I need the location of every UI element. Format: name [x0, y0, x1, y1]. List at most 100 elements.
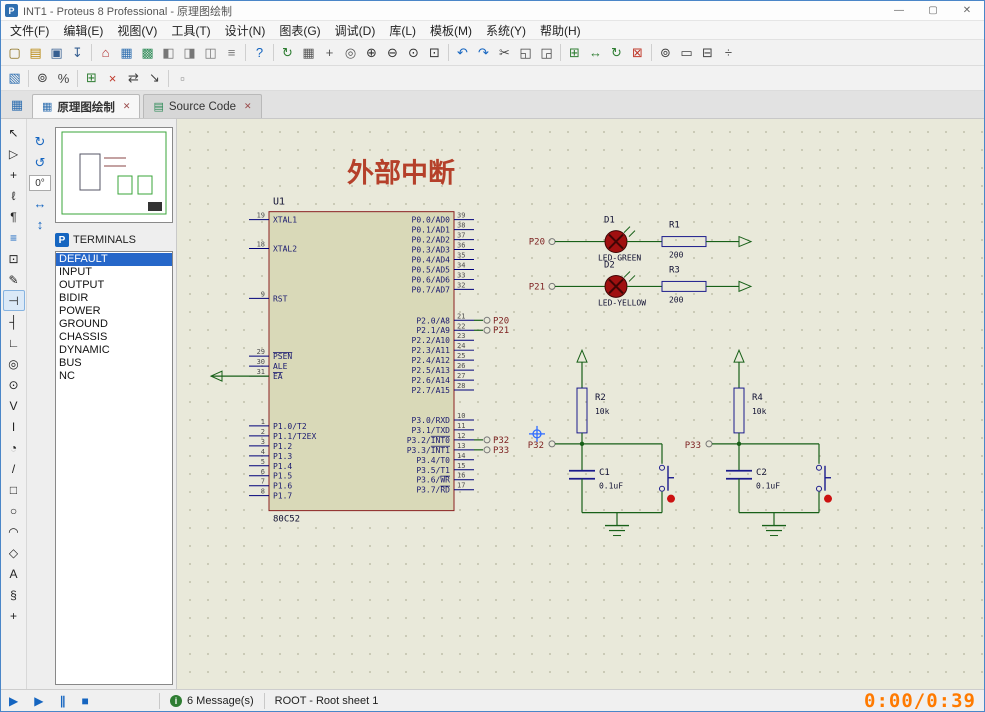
mirror-vertical-button[interactable]: ↕	[30, 215, 50, 233]
resistor-r3[interactable]	[661, 280, 707, 292]
terminals-mode-tool[interactable]: ⊣	[2, 290, 25, 311]
menu-help[interactable]: 帮助(H)	[533, 21, 588, 40]
terminal-circle[interactable]	[548, 440, 556, 448]
menu-debug[interactable]: 调试(D)	[328, 21, 383, 40]
zoom-all-button[interactable]: ⊙	[403, 43, 424, 63]
2d-circle-mode-tool[interactable]: ○	[3, 500, 25, 521]
tape-recorder-mode-tool[interactable]: ◎	[3, 353, 25, 374]
2d-path-mode-tool[interactable]: ◇	[3, 542, 25, 563]
bom-button[interactable]: ≡	[221, 43, 242, 63]
selector-item-default[interactable]: DEFAULT	[56, 253, 172, 266]
2d-line-mode-tool[interactable]: /	[3, 458, 25, 479]
block-delete-button[interactable]: ⊠	[627, 43, 648, 63]
stop-button[interactable]: ■	[81, 694, 88, 708]
block-move-button[interactable]: ↔	[585, 43, 606, 63]
generator-mode-tool[interactable]: ⊙	[3, 374, 25, 395]
selector-item-bidir[interactable]: BIDIR	[56, 292, 172, 305]
2d-text-mode-tool[interactable]: A	[3, 563, 25, 584]
text-script-mode-tool[interactable]: ¶	[3, 206, 25, 227]
minimize-button[interactable]: —	[882, 1, 916, 20]
selector-item-bus[interactable]: BUS	[56, 357, 172, 370]
terminal-circle[interactable]	[483, 316, 491, 324]
terminal-circle[interactable]	[483, 326, 491, 334]
maximize-button[interactable]: ▢	[916, 1, 950, 20]
selector-item-output[interactable]: OUTPUT	[56, 279, 172, 292]
resistor-r4[interactable]	[733, 387, 745, 434]
terminal-circle[interactable]	[548, 282, 556, 290]
home-page-button[interactable]: ⌂	[95, 43, 116, 63]
design-explorer-button[interactable]: ◫	[200, 43, 221, 63]
copy-button[interactable]: ◱	[515, 43, 536, 63]
undo-button[interactable]: ↶	[452, 43, 473, 63]
make-device-button[interactable]: ▭	[676, 43, 697, 63]
instant-edit-mode-tool[interactable]: ✎	[3, 269, 25, 290]
wire-label-mode-tool[interactable]: ℓ	[3, 185, 25, 206]
close-button[interactable]: ✕	[950, 1, 984, 20]
buses-mode-tool[interactable]: ≡	[3, 227, 25, 248]
goto-sheet-button[interactable]: ⇄	[123, 68, 144, 88]
component-mode-tool[interactable]: ▷	[3, 143, 25, 164]
save-project-button[interactable]: ▣	[46, 43, 67, 63]
decompose-button[interactable]: ÷	[718, 43, 739, 63]
packaging-tool-button[interactable]: ⊟	[697, 43, 718, 63]
markers-mode-tool[interactable]: +	[3, 605, 25, 626]
zoom-to-child-button[interactable]: ↘	[144, 68, 165, 88]
terminal-circle[interactable]	[483, 436, 491, 444]
menu-design[interactable]: 设计(N)	[218, 21, 273, 40]
zoom-area-button[interactable]: ⊡	[424, 43, 445, 63]
tab-close-icon[interactable]: ✕	[123, 101, 131, 112]
help-button[interactable]: ?	[249, 43, 270, 63]
tab-close-icon[interactable]: ✕	[244, 101, 252, 112]
subcircuit-mode-tool[interactable]: ⊡	[3, 248, 25, 269]
messages-info-icon[interactable]: i	[170, 694, 182, 707]
new-root-sheet-button[interactable]: ⊞	[81, 68, 102, 88]
2d-box-mode-tool[interactable]: □	[3, 479, 25, 500]
selector-item-chassis[interactable]: CHASSIS	[56, 331, 172, 344]
gerber-viewer-button[interactable]: ◨	[179, 43, 200, 63]
2d-symbols-mode-tool[interactable]: §	[3, 584, 25, 605]
selector-item-power[interactable]: POWER	[56, 305, 172, 318]
search-components-button[interactable]: ⊚	[32, 68, 53, 88]
selector-item-dynamic[interactable]: DYNAMIC	[56, 344, 172, 357]
selector-item-nc[interactable]: NC	[56, 370, 172, 383]
new-project-button[interactable]: ▢	[4, 43, 25, 63]
menu-edit[interactable]: 编辑(E)	[56, 21, 110, 40]
false-origin-button[interactable]: +	[319, 43, 340, 63]
block-copy-button[interactable]: ⊞	[564, 43, 585, 63]
message-count[interactable]: 6 Message(s)	[187, 695, 254, 707]
pick-devices-button[interactable]: P	[55, 233, 69, 247]
3d-visualizer-button[interactable]: ◧	[158, 43, 179, 63]
zoom-in-button[interactable]: ⊕	[361, 43, 382, 63]
redraw-button[interactable]: ↻	[277, 43, 298, 63]
push-button-actuator[interactable]	[824, 494, 832, 503]
paste-button[interactable]: ◲	[536, 43, 557, 63]
remove-sheet-button[interactable]: ×	[102, 68, 123, 88]
import-project-button[interactable]: ↧	[67, 43, 88, 63]
resistor-r1[interactable]	[661, 236, 707, 248]
pick-device-button[interactable]: ⊚	[655, 43, 676, 63]
selector-item-ground[interactable]: GROUND	[56, 318, 172, 331]
center-view-button[interactable]: ◎	[340, 43, 361, 63]
pcb-layout-button[interactable]: ▩	[137, 43, 158, 63]
cut-button[interactable]: ✂	[494, 43, 515, 63]
zoom-out-button[interactable]: ⊖	[382, 43, 403, 63]
snap-toggle-button[interactable]: ▫	[172, 68, 193, 88]
terminal-circle[interactable]	[483, 446, 491, 454]
schematic-capture-icon[interactable]: ▦	[6, 94, 28, 116]
selector-item-input[interactable]: INPUT	[56, 266, 172, 279]
redo-button[interactable]: ↷	[473, 43, 494, 63]
menu-system[interactable]: 系统(Y)	[479, 21, 533, 40]
schematic-canvas[interactable]: 外部中断U180C5219 XTAL118 XTAL29 RST29 PSEN30 ALE…	[177, 119, 984, 689]
menu-graph[interactable]: 图表(G)	[272, 21, 327, 40]
refresh-component-list-button[interactable]: ▧	[4, 68, 25, 88]
mirror-horizontal-button[interactable]: ↔	[30, 194, 50, 212]
selection-mode-tool[interactable]: ↖	[3, 122, 25, 143]
menu-view[interactable]: 视图(V)	[110, 21, 164, 40]
grid-toggle-button[interactable]: ▦	[298, 43, 319, 63]
terminal-circle[interactable]	[705, 440, 713, 448]
device-pins-mode-tool[interactable]: ┤	[3, 311, 25, 332]
step-button[interactable]: ▶	[34, 694, 43, 708]
property-assignment-button[interactable]: %	[53, 68, 74, 88]
menu-template[interactable]: 模板(M)	[423, 21, 479, 40]
schematic-capture-button[interactable]: ▦	[116, 43, 137, 63]
